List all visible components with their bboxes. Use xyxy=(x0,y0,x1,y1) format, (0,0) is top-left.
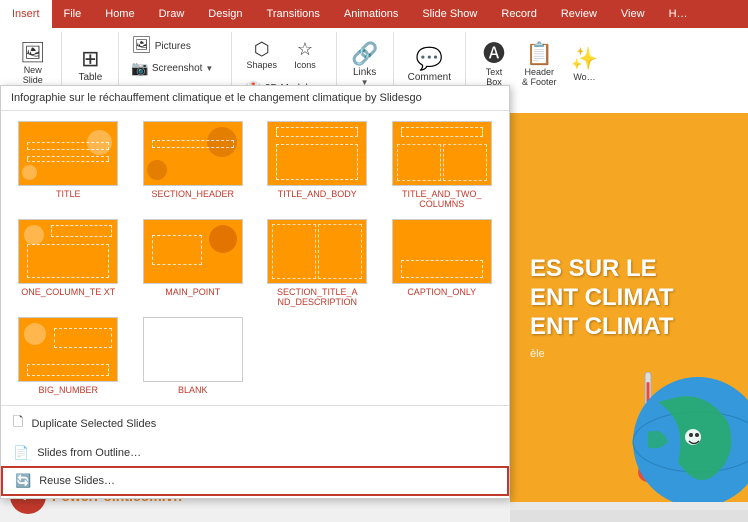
layout-caption-only-label: CAPTION_ONLY xyxy=(407,287,476,297)
slide-preview: ES SUR LE ENT CLIMAT ENT CLIMAT èle xyxy=(510,113,748,502)
layout-section-title-desc[interactable]: SECTION_TITLE_A ND_DESCRIPTION xyxy=(258,217,377,309)
slide-layouts-grid: TITLE SECTION_HEADER TITLE_AND_BODY xyxy=(1,111,509,405)
tab-slideshow[interactable]: Slide Show xyxy=(410,0,489,28)
tab-review[interactable]: Review xyxy=(549,0,609,28)
new-slide-label: New xyxy=(24,65,42,75)
table-icon: ⊞ xyxy=(81,48,99,70)
screenshot-button[interactable]: 📷 Screenshot ▼ xyxy=(127,58,217,79)
header-footer-label: Header & Footer xyxy=(522,67,557,87)
slide-text-line1: ES SUR LE xyxy=(530,255,657,284)
layout-section-header-label: SECTION_HEADER xyxy=(151,189,234,199)
horizontal-scrollbar[interactable] xyxy=(510,510,748,522)
dropdown-footer: 🗋 Duplicate Selected Slides 📄 Slides fro… xyxy=(1,405,509,498)
layout-blank-label: BLANK xyxy=(178,385,208,395)
layout-two-columns[interactable]: TITLE_AND_TWO_ COLUMNS xyxy=(383,119,502,211)
duplicate-slides-label: Duplicate Selected Slides xyxy=(31,418,156,430)
layout-title[interactable]: TITLE xyxy=(9,119,128,211)
icons-label: Icons xyxy=(294,60,316,70)
pictures-icon: 🖼 xyxy=(131,38,151,54)
tab-draw[interactable]: Draw xyxy=(147,0,197,28)
comment-icon: 💬 xyxy=(416,48,443,70)
new-slide-top[interactable]: 🖼 New Slide xyxy=(12,36,53,90)
duplicate-slides-item[interactable]: 🗋 Duplicate Selected Slides xyxy=(1,408,509,440)
links-label: Links xyxy=(353,67,376,78)
screenshot-caret: ▼ xyxy=(205,64,213,73)
slide-text-line3: ENT CLIMAT xyxy=(530,313,674,342)
slides-from-outline-label: Slides from Outline… xyxy=(37,447,141,459)
screenshot-icon: 📷 xyxy=(131,60,148,77)
layout-main-point-label: MAIN_POINT xyxy=(165,287,220,297)
tab-design[interactable]: Design xyxy=(196,0,254,28)
comment-label: Comment xyxy=(408,72,451,83)
reuse-slides-item[interactable]: 🔄 Reuse Slides… xyxy=(1,466,509,496)
layout-main-point[interactable]: MAIN_POINT xyxy=(134,217,253,309)
textbox-label: Text Box xyxy=(486,67,503,87)
tab-insert[interactable]: Insert xyxy=(0,0,52,28)
slides-from-outline-item[interactable]: 📄 Slides from Outline… xyxy=(1,440,509,466)
screenshot-label: Screenshot xyxy=(152,63,203,74)
tab-file[interactable]: File xyxy=(52,0,94,28)
duplicate-icon: 🗋 xyxy=(13,413,23,435)
layout-two-columns-label: TITLE_AND_TWO_ COLUMNS xyxy=(385,189,500,209)
links-icon: 🔗 xyxy=(351,43,378,65)
icons-button[interactable]: ☆ Icons xyxy=(287,36,323,74)
tab-home[interactable]: Home xyxy=(93,0,146,28)
globe-decoration xyxy=(628,372,748,502)
layout-big-number-label: BIG_NUMBER xyxy=(38,385,98,395)
pictures-label: Pictures xyxy=(155,41,191,52)
pictures-button[interactable]: 🖼 Pictures xyxy=(127,36,194,56)
wordart-icon: ✨ xyxy=(571,48,598,70)
outline-icon: 📄 xyxy=(13,445,29,461)
shapes-icon: ⬡ xyxy=(254,40,270,58)
shapes-label: Shapes xyxy=(246,60,277,70)
layout-one-column[interactable]: ONE_COLUMN_TE XT xyxy=(9,217,128,309)
layout-section-header[interactable]: SECTION_HEADER xyxy=(134,119,253,211)
layout-caption-only[interactable]: CAPTION_ONLY xyxy=(383,217,502,309)
textbox-icon: 🅐 xyxy=(483,43,505,65)
tab-view[interactable]: View xyxy=(609,0,657,28)
layout-section-title-desc-label: SECTION_TITLE_A ND_DESCRIPTION xyxy=(260,287,375,307)
ribbon-tabs: Insert File Home Draw Design Transitions… xyxy=(0,0,748,28)
wordart-button[interactable]: ✨ Wo… xyxy=(565,36,605,94)
shapes-button[interactable]: ⬡ Shapes xyxy=(240,36,283,74)
reuse-slides-label: Reuse Slides… xyxy=(39,475,115,487)
dropdown-header: Infographie sur le réchauffement climati… xyxy=(1,86,509,111)
slide-text-line2: ENT CLIMAT xyxy=(530,284,674,313)
main-slide-area: ES SUR LE ENT CLIMAT ENT CLIMAT èle xyxy=(510,113,748,522)
new-slide-dropdown-panel: Infographie sur le réchauffement climati… xyxy=(0,85,510,499)
table-label: Table xyxy=(78,72,102,83)
tab-transitions[interactable]: Transitions xyxy=(255,0,332,28)
reuse-icon: 🔄 xyxy=(15,473,31,489)
slide-subtitle: èle xyxy=(530,348,545,360)
new-slide-label2: Slide xyxy=(23,75,43,85)
layout-title-body[interactable]: TITLE_AND_BODY xyxy=(258,119,377,211)
layout-blank[interactable]: BLANK xyxy=(134,315,253,397)
header-footer-button[interactable]: 📋 Header & Footer xyxy=(516,36,563,94)
layout-big-number[interactable]: BIG_NUMBER xyxy=(9,315,128,397)
icons-icon: ☆ xyxy=(297,40,313,58)
layout-one-column-label: ONE_COLUMN_TE XT xyxy=(21,287,115,297)
wordart-label: Wo… xyxy=(573,72,595,82)
tab-animations[interactable]: Animations xyxy=(332,0,410,28)
header-footer-icon: 📋 xyxy=(526,43,553,65)
tab-record[interactable]: Record xyxy=(489,0,548,28)
layout-title-body-label: TITLE_AND_BODY xyxy=(278,189,357,199)
tab-help[interactable]: H… xyxy=(657,0,700,28)
layout-title-label: TITLE xyxy=(56,189,81,199)
new-slide-icon: 🖼 xyxy=(20,40,45,65)
